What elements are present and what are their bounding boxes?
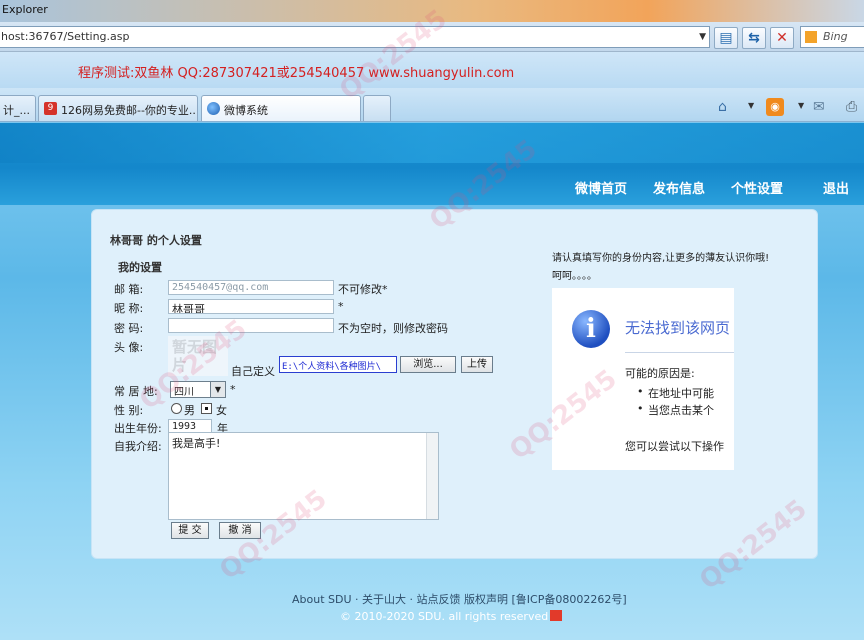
bio-textarea[interactable]: 我是高手! — [168, 432, 439, 520]
bio-value: 我是高手! — [172, 437, 221, 450]
region-select[interactable]: 四川 ▼ — [170, 381, 226, 398]
divider — [625, 352, 734, 353]
bing-logo-icon — [805, 31, 817, 43]
chevron-down-icon[interactable]: ▼ — [210, 382, 225, 397]
nav-logout-link[interactable]: 退出 — [823, 178, 849, 197]
password-note: 不为空时，则修改密码 — [338, 322, 448, 335]
search-placeholder: Bing — [823, 30, 848, 43]
password-label: 密 码: — [114, 322, 144, 335]
nav-post-link[interactable]: 发布信息 — [653, 178, 705, 197]
email-label: 邮 箱: — [114, 283, 144, 296]
browser-tab[interactable]: 计_... — [0, 95, 36, 121]
address-toolbar: host:36767/Setting.asp ▼ ▤ ⇆ ✕ Bing — [0, 22, 864, 52]
nickname-field[interactable]: 林哥哥 — [168, 299, 334, 314]
ie-page-icon — [207, 102, 220, 115]
mail-126-icon: 9 — [44, 102, 57, 115]
address-dropdown-icon[interactable]: ▼ — [699, 32, 706, 42]
password-field[interactable] — [168, 318, 334, 333]
favorites-bar: 程序测试:双鱼林 QQ:287307421或254540457 www.shua… — [0, 52, 864, 88]
submit-button[interactable]: 提 交 — [171, 522, 209, 539]
browse-button[interactable]: 浏览... — [400, 356, 456, 373]
new-tab-button[interactable] — [363, 95, 391, 121]
tab-label: 126网易免费邮--你的专业... — [61, 104, 198, 117]
avatar-label: 头 像: — [114, 341, 144, 354]
avatar-placeholder-image: 暂无图片 — [168, 336, 228, 376]
error-suggestion: 您可以尝试以下操作 — [625, 440, 724, 453]
error-list-item: 当您点击某个 — [637, 402, 714, 418]
error-title: 无法找到该网页 — [625, 319, 731, 337]
window-title-bar: Explorer — [0, 0, 864, 22]
textarea-scrollbar[interactable] — [426, 433, 438, 519]
custom-avatar-label: 自己定义 — [231, 365, 275, 378]
page-title: 林哥哥 的个人设置 — [110, 234, 202, 247]
gender-female-label: 女 — [216, 404, 227, 417]
error-list-item: 在地址中可能 — [637, 385, 714, 401]
gender-male-radio[interactable] — [171, 403, 182, 414]
gender-female-radio[interactable] — [201, 403, 212, 414]
copyright-text: © 2010-2020 SDU. all rights reserved — [340, 610, 549, 623]
browser-tab-active[interactable]: 微博系统 — [201, 95, 361, 121]
region-required-mark: * — [230, 383, 236, 396]
region-selected-value: 四川 — [174, 387, 194, 398]
chevron-down-icon[interactable]: ▼ — [798, 101, 804, 110]
compatibility-view-icon[interactable]: ▤ — [714, 27, 738, 49]
cancel-button[interactable]: 撤 消 — [219, 522, 261, 539]
email-field[interactable]: 254540457@qq.com — [168, 280, 334, 295]
footer-links[interactable]: About SDU · 关于山大 · 站点反馈 版权声明 [鲁ICP备08002… — [292, 591, 627, 607]
birth-year-label: 出生年份: — [114, 422, 162, 435]
tab-label: 微博系统 — [224, 104, 268, 117]
address-bar[interactable]: host:36767/Setting.asp ▼ — [0, 26, 710, 48]
info-icon: i — [572, 310, 610, 348]
footer-copyright: © 2010-2020 SDU. all rights reserved — [340, 610, 563, 623]
region-label: 常 居 地: — [114, 385, 158, 398]
email-note: 不可修改* — [338, 283, 388, 296]
tab-strip: 计_... 9 126网易免费邮--你的专业... 微博系统 ⌂ ▼ ◉ ▼ ✉… — [0, 88, 864, 122]
stats-icon — [550, 610, 563, 621]
sidebar-tip: 请认真填写你的身份内容,让更多的薄友认识你哦! 呵呵。。。。 — [552, 253, 770, 282]
embedded-error-frame: i 无法找到该网页 可能的原因是: 在地址中可能 当您点击某个 您可以尝试以下操… — [552, 288, 734, 470]
browser-tab[interactable]: 9 126网易免费邮--你的专业... — [38, 95, 198, 121]
error-reason: 可能的原因是: — [625, 367, 695, 380]
gender-male-label: 男 — [184, 404, 195, 417]
tab-label: 计_... — [3, 104, 30, 117]
nickname-label: 昵 称: — [114, 302, 144, 315]
chevron-down-icon[interactable]: ▼ — [748, 101, 754, 110]
gender-label: 性 别: — [114, 404, 144, 417]
home-icon[interactable]: ⌂ — [718, 97, 727, 117]
read-mail-icon[interactable]: ✉ — [813, 97, 825, 117]
address-url[interactable]: host:36767/Setting.asp — [1, 30, 130, 43]
upload-button[interactable]: 上传 — [461, 356, 493, 373]
nav-home-link[interactable]: 微博首页 — [575, 178, 627, 197]
bio-label: 自我介绍: — [114, 440, 162, 453]
file-path-input[interactable]: E:\个人资料\各种图片\ — [279, 356, 397, 373]
window-title: Explorer — [2, 3, 48, 16]
stop-icon[interactable]: ✕ — [770, 27, 794, 49]
print-icon[interactable]: ⎙ — [846, 97, 857, 117]
refresh-icon[interactable]: ⇆ — [742, 27, 766, 49]
search-box[interactable]: Bing — [800, 26, 864, 48]
nav-settings-link[interactable]: 个性设置 — [731, 178, 783, 197]
avatar-placeholder-text: 暂无图片 — [172, 338, 218, 374]
promo-text: 程序测试:双鱼林 QQ:287307421或254540457 www.shua… — [78, 66, 515, 81]
rss-feed-icon[interactable]: ◉ — [766, 98, 784, 116]
section-title: 我的设置 — [118, 261, 162, 274]
nickname-required-mark: * — [338, 300, 344, 313]
